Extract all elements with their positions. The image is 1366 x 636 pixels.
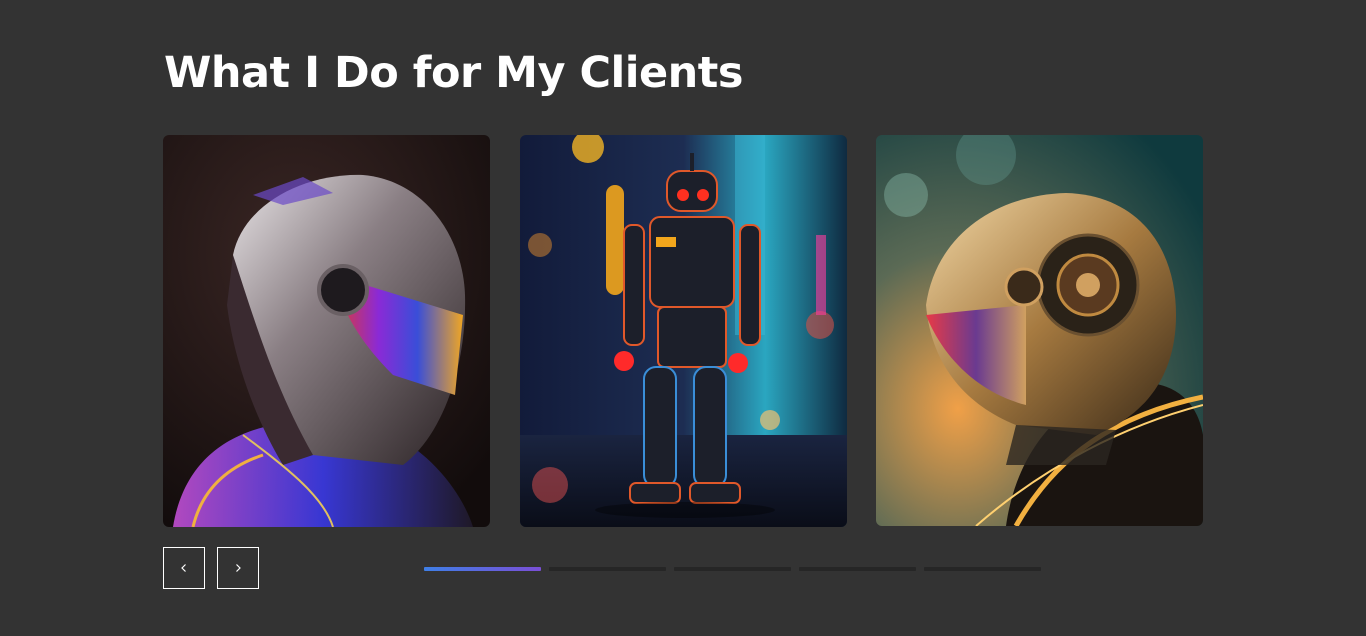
next-slide-button[interactable]: [217, 547, 259, 589]
chevron-right-icon: [236, 564, 241, 572]
pagination-bullet-3[interactable]: [674, 567, 791, 571]
pagination-bullet-2[interactable]: [549, 567, 666, 571]
pagination-bullet-4[interactable]: [799, 567, 916, 571]
pagination-bullet-5[interactable]: [924, 567, 1041, 571]
prev-slide-button[interactable]: [163, 547, 205, 589]
portfolio-card-3[interactable]: [876, 135, 1203, 526]
pagination-bullet-1[interactable]: [424, 567, 541, 571]
slider-pagination: [424, 567, 1041, 571]
chevron-left-icon: [181, 564, 186, 572]
chrome-helmet-robot-image: [163, 135, 490, 527]
portfolio-card-2[interactable]: [520, 135, 847, 527]
gold-helmet-robot-image: [876, 135, 1203, 526]
section-title: What I Do for My Clients: [164, 48, 743, 98]
walking-toy-robot-image: [520, 135, 847, 527]
portfolio-card-1[interactable]: [163, 135, 490, 527]
